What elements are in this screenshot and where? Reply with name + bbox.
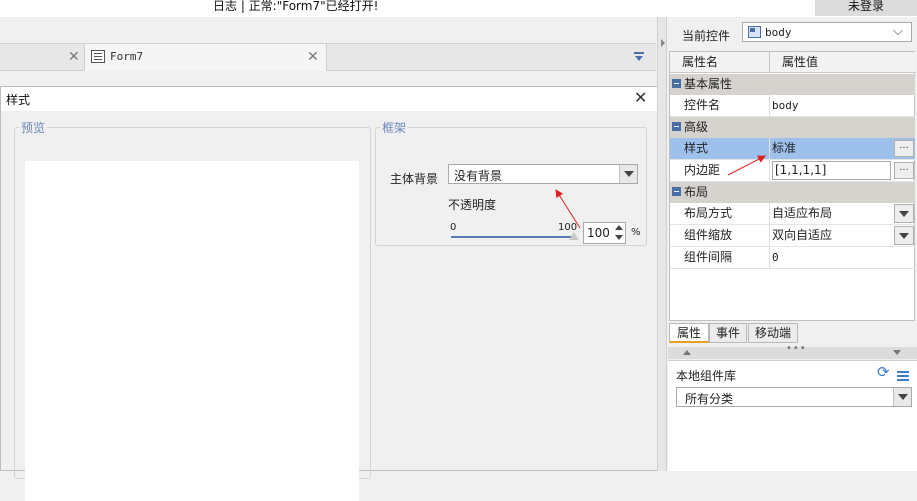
close-icon[interactable]: ✕ [307, 49, 319, 65]
current-control-value: body [765, 26, 792, 39]
log-status-text: 日志 | 正常:"Form7"已经打开! [213, 0, 379, 13]
category-advanced[interactable]: 高级 [670, 117, 915, 138]
category-advanced-label: 高级 [684, 120, 709, 134]
library-category-value: 所有分类 [685, 392, 734, 406]
tab-previous-document[interactable]: ✕ [0, 44, 85, 70]
chevron-up-icon[interactable] [683, 350, 691, 355]
frame-group-label: 框架 [382, 121, 407, 135]
property-grid: 属性名 属性值 基本属性 控件名 body 高级 样式 标准 ... 内边距 [… [669, 51, 915, 321]
current-control-select[interactable]: body ⌵ [742, 22, 912, 42]
preview-group: 预览 [14, 119, 371, 501]
library-title: 本地组件库 [676, 369, 737, 383]
prop-row-component-scale[interactable]: 组件缩放 双向自适应 [670, 225, 915, 247]
prop-value[interactable]: 自适应布局 [770, 203, 915, 224]
prop-value[interactable]: 标准 ... [770, 138, 915, 159]
property-panel: 当前控件 body ⌵ 属性名 属性值 基本属性 控件名 body 高级 样式 … [668, 17, 917, 471]
percent-sign: % [631, 227, 641, 238]
chevron-down-icon[interactable] [894, 226, 914, 245]
tab-properties[interactable]: 属性 [669, 323, 709, 343]
category-layout-label: 布局 [684, 185, 709, 199]
top-status-bar: 日志 | 正常:"Form7"已经打开! 未登录 [0, 0, 917, 17]
opacity-label: 不透明度 [448, 198, 497, 212]
collapse-icon[interactable] [672, 79, 681, 88]
chevron-right-icon[interactable] [661, 39, 665, 47]
prop-value[interactable]: 双向自适应 [770, 225, 915, 246]
tab-form7[interactable]: Form7 ✕ [85, 44, 327, 71]
prop-value[interactable]: body [770, 95, 915, 116]
library-category-select[interactable]: 所有分类 [676, 387, 912, 407]
editor-tab-strip: ✕ Form7 ✕ [0, 44, 656, 71]
category-basic-label: 基本属性 [684, 77, 733, 91]
tab-list-menu-icon[interactable] [634, 52, 646, 62]
prop-row-component-spacing[interactable]: 组件间隔 0 [670, 247, 915, 269]
chevron-down-icon[interactable] [894, 204, 914, 223]
style-dialog: 样式 ✕ 预览 框架 主体背景 没有背景 不透明度 0 100 100 % [0, 86, 657, 501]
tab-mobile[interactable]: 移动端 [748, 323, 798, 343]
prop-name: 样式 [670, 138, 770, 159]
preview-canvas [25, 161, 359, 501]
prop-row-control-name[interactable]: 控件名 body [670, 95, 915, 117]
opacity-spinner[interactable]: 100 [583, 222, 626, 244]
close-icon[interactable]: ✕ [634, 88, 647, 107]
category-layout[interactable]: 布局 [670, 182, 915, 203]
column-header-name: 属性名 [670, 52, 770, 73]
collapse-icon[interactable] [672, 187, 681, 196]
chevron-down-icon[interactable]: ⌵ [893, 24, 903, 39]
dialog-header: 样式 ✕ [1, 87, 657, 111]
prop-value-text: 自适应布局 [772, 206, 833, 220]
spin-up-icon[interactable] [613, 223, 625, 233]
prop-row-padding[interactable]: 内边距 [1,1,1,1] ... [670, 160, 915, 182]
prop-value[interactable]: [1,1,1,1] ... [770, 160, 915, 181]
frame-group: 框架 主体背景 没有背景 不透明度 0 100 100 % [375, 119, 647, 246]
property-panel-tabs: 属性 事件 移动端 [668, 323, 917, 345]
opacity-value: 100 [587, 226, 610, 240]
grip-dots-icon[interactable]: ••• [786, 343, 807, 354]
spin-down-icon[interactable] [613, 233, 625, 243]
background-label: 主体背景 [390, 172, 439, 186]
control-icon [748, 26, 761, 38]
prop-name: 组件缩放 [670, 225, 770, 246]
current-control-label: 当前控件 [682, 29, 731, 43]
chevron-down-icon[interactable] [619, 165, 637, 183]
prop-row-layout-mode[interactable]: 布局方式 自适应布局 [670, 203, 915, 225]
opacity-slider-min: 0 [450, 222, 457, 233]
category-basic[interactable]: 基本属性 [670, 74, 915, 95]
panel-resize-strip[interactable]: ••• [668, 343, 917, 359]
prop-value-text: 标准 [772, 141, 797, 155]
login-button[interactable]: 未登录 [815, 0, 917, 16]
ellipsis-button[interactable]: ... [894, 162, 914, 179]
prop-name: 布局方式 [670, 203, 770, 224]
prop-name: 组件间隔 [670, 247, 770, 268]
panel-splitter[interactable] [657, 17, 667, 471]
prop-value-text: 双向自适应 [772, 228, 833, 242]
padding-input[interactable]: [1,1,1,1] [772, 161, 891, 180]
preview-group-label: 预览 [21, 121, 46, 135]
close-icon[interactable]: ✕ [68, 49, 80, 65]
opacity-slider-fill [451, 236, 574, 238]
form-icon [91, 50, 105, 63]
chevron-down-icon[interactable] [893, 388, 911, 406]
opacity-slider-track[interactable] [451, 236, 574, 238]
menu-icon[interactable] [897, 371, 909, 381]
local-component-library: 本地组件库 ⟳ 所有分类 [668, 360, 917, 471]
opacity-slider-thumb[interactable] [569, 232, 579, 240]
column-header-value: 属性值 [770, 52, 915, 73]
background-select[interactable]: 没有背景 [448, 164, 638, 184]
prop-value[interactable]: 0 [770, 247, 915, 268]
dialog-title: 样式 [6, 93, 31, 107]
prop-name: 控件名 [670, 95, 770, 116]
prop-name: 内边距 [670, 160, 770, 181]
tab-events[interactable]: 事件 [709, 323, 747, 343]
background-select-value: 没有背景 [454, 169, 503, 183]
editor-toolbar-area [0, 17, 656, 44]
collapse-icon[interactable] [672, 122, 681, 131]
chevron-down-icon[interactable] [893, 350, 901, 355]
tab-form7-label: Form7 [110, 50, 144, 63]
ellipsis-button[interactable]: ... [894, 140, 914, 157]
refresh-icon[interactable]: ⟳ [877, 363, 890, 381]
prop-row-style[interactable]: 样式 标准 ... [670, 138, 915, 160]
